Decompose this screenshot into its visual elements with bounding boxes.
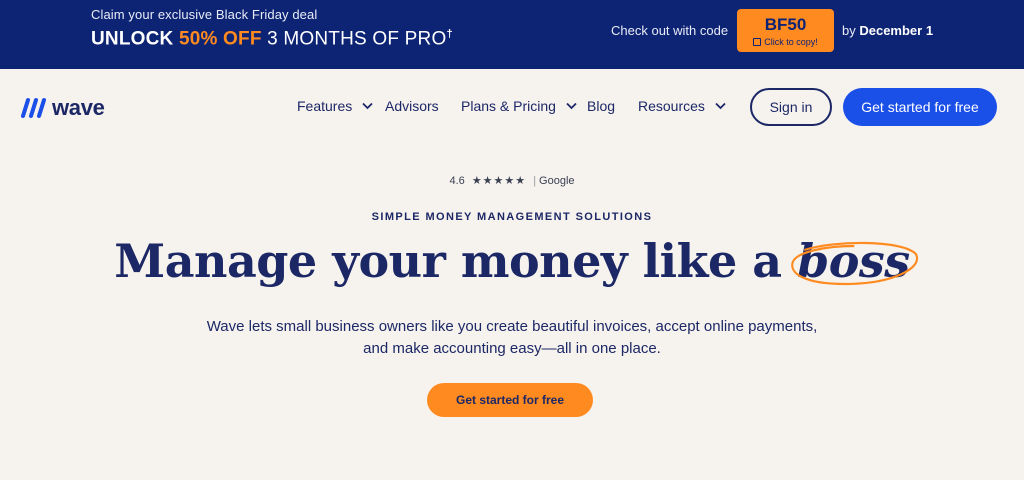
promo-text: Claim your exclusive Black Friday deal U…: [91, 7, 453, 50]
hero-subtext-line: Wave lets small business owners like you…: [206, 318, 818, 335]
nav-item-blog[interactable]: Blog: [587, 98, 615, 114]
nav-item-label: Resources: [638, 98, 705, 114]
promo-banner: Claim your exclusive Black Friday deal U…: [0, 0, 1024, 69]
promo-code-hint: Click to copy!: [737, 37, 834, 47]
nav-item-label: Plans & Pricing: [461, 98, 556, 114]
hero-headline-text: Manage your money like a: [114, 234, 798, 288]
nav-item-features[interactable]: Features: [297, 98, 373, 114]
chevron-down-icon: [715, 102, 726, 110]
hero-headline-emphasis: boss: [791, 234, 919, 288]
promo-code-copy-button[interactable]: BF50 Click to copy!: [737, 9, 834, 52]
promo-code: BF50: [764, 15, 807, 34]
promo-tagline: Claim your exclusive Black Friday deal: [91, 7, 318, 22]
nav-item-label: Advisors: [385, 98, 439, 114]
hero-headline-boss: boss: [797, 234, 910, 288]
brand-name: wave: [52, 95, 105, 120]
hero-headline: Manage your money like a boss: [0, 234, 1024, 288]
get-started-nav-button[interactable]: Get started for free: [843, 88, 997, 126]
hero-subtext-line: and make accounting easy—all in one plac…: [363, 340, 661, 357]
nav-item-label: Features: [297, 98, 353, 114]
promo-headline-prefix: UNLOCK: [91, 28, 179, 50]
google-rating: 4.6 ★★★★★ | Google: [0, 174, 1024, 187]
promo-deadline: by December 1: [842, 23, 933, 38]
nav-item-resources[interactable]: Resources: [638, 98, 726, 114]
wave-logo-icon: [21, 98, 46, 118]
promo-deadline-prefix: by: [842, 23, 860, 38]
promo-headline: UNLOCK 50% OFF 3 MONTHS OF PRO†: [91, 28, 453, 50]
star-icon: ★★★★★: [471, 175, 527, 187]
hero-subtext: Wave lets small business owners like you…: [0, 316, 1024, 360]
sign-in-button[interactable]: Sign in: [750, 88, 832, 126]
promo-headline-rest: 3 MONTHS OF PRO: [261, 28, 447, 50]
brand-logo[interactable]: wave: [20, 95, 105, 121]
chevron-down-icon: [566, 102, 577, 110]
rating-separator: |: [533, 175, 537, 187]
promo-code-label: Check out with code: [611, 23, 729, 38]
get-started-hero-button[interactable]: Get started for free: [427, 383, 593, 417]
nav-item-advisors[interactable]: Advisors: [385, 98, 439, 114]
promo-deadline-date: December 1: [859, 23, 934, 38]
chevron-down-icon: [362, 102, 373, 110]
promo-dagger: †: [446, 28, 453, 40]
rating-source: Google: [539, 175, 575, 187]
promo-discount: 50% OFF: [178, 28, 262, 50]
hero-eyebrow: SIMPLE MONEY MANAGEMENT SOLUTIONS: [371, 211, 653, 223]
nav-item-label: Blog: [587, 98, 616, 114]
promo-code-hint-text: Click to copy!: [764, 37, 818, 47]
copy-icon: [753, 38, 762, 46]
main-nav: wave Features Advisors Plans & Pricing B…: [0, 69, 1024, 145]
nav-item-plans-pricing[interactable]: Plans & Pricing: [461, 98, 577, 114]
rating-score: 4.6: [449, 175, 465, 187]
